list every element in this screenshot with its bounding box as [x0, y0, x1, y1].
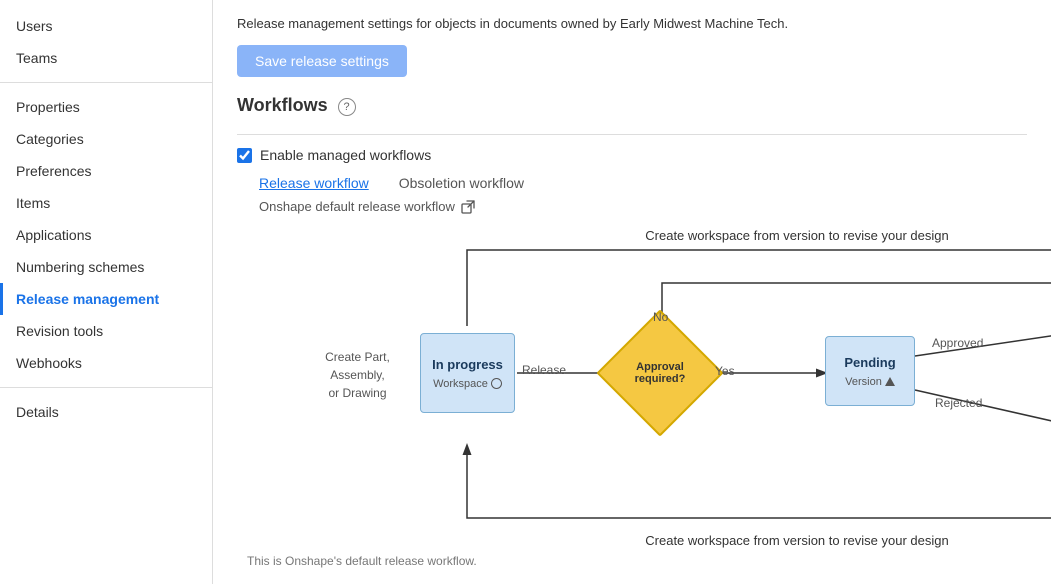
pending-version-text: Version: [845, 376, 882, 388]
enable-managed-workflows-row: Enable managed workflows: [237, 147, 1027, 163]
help-icon[interactable]: ?: [338, 98, 356, 116]
sidebar-item-details[interactable]: Details: [0, 396, 212, 428]
sidebar-item-properties[interactable]: Properties: [0, 91, 212, 123]
workflow-default-label: Onshape default release workflow: [259, 199, 455, 214]
enable-managed-workflows-checkbox[interactable]: [237, 148, 252, 163]
sidebar-item-categories[interactable]: Categories: [0, 123, 212, 155]
sidebar-item-release-management[interactable]: Release management: [0, 283, 212, 315]
tab-release-workflow[interactable]: Release workflow: [259, 175, 369, 191]
enable-managed-workflows-label: Enable managed workflows: [260, 147, 431, 163]
workflow-diagram: Create workspace from version to revise …: [237, 228, 1051, 548]
main-content: Release management settings for objects …: [213, 0, 1051, 584]
diamond-label: Approval required?: [617, 361, 703, 385]
tab-obsoletion-workflow[interactable]: Obsoletion workflow: [399, 175, 524, 191]
sidebar-item-webhooks[interactable]: Webhooks: [0, 347, 212, 379]
section-title: Workflows: [237, 95, 328, 116]
save-release-settings-button[interactable]: Save release settings: [237, 45, 407, 77]
sidebar-item-teams[interactable]: Teams: [0, 42, 212, 74]
workspace-text: Workspace: [433, 378, 488, 390]
sidebar-divider-2: [0, 387, 212, 388]
sidebar-item-numbering-schemes[interactable]: Numbering schemes: [0, 251, 212, 283]
sidebar-item-revision-tools[interactable]: Revision tools: [0, 315, 212, 347]
rejected-arrow-label: Rejected: [935, 396, 982, 410]
external-link-icon[interactable]: [461, 200, 475, 214]
yes-label: Yes: [715, 364, 735, 378]
sidebar-item-preferences[interactable]: Preferences: [0, 155, 212, 187]
workspace-label-row: Workspace: [433, 378, 502, 390]
create-part-label: Create Part,Assembly,or Drawing: [305, 348, 410, 402]
in-progress-label: In progress: [432, 357, 503, 372]
sidebar: Users Teams Properties Categories Prefer…: [0, 0, 213, 584]
pending-label: Pending: [844, 355, 895, 370]
workflow-label-row: Onshape default release workflow: [237, 199, 1027, 214]
release-label: Release: [522, 363, 566, 377]
workflow-note: This is Onshape's default release workfl…: [237, 554, 1027, 568]
sidebar-item-items[interactable]: Items: [0, 187, 212, 219]
diagram-bottom-label: Create workspace from version to revise …: [457, 533, 1051, 548]
sidebar-item-applications[interactable]: Applications: [0, 219, 212, 251]
section-header: Workflows ?: [237, 95, 1027, 135]
no-label: No: [653, 310, 668, 324]
pending-box: Pending Version: [825, 336, 915, 406]
workflow-tabs: Release workflow Obsoletion workflow: [237, 175, 1027, 191]
approved-label: Approved: [932, 336, 983, 350]
sidebar-item-users[interactable]: Users: [0, 10, 212, 42]
in-progress-box: In progress Workspace: [420, 333, 515, 413]
workspace-circle-icon: [491, 378, 502, 389]
sidebar-divider-1: [0, 82, 212, 83]
diamond-wrapper: Approval required?: [615, 328, 705, 418]
pending-version-row: Version: [845, 376, 895, 388]
page-description: Release management settings for objects …: [237, 16, 1027, 31]
pending-triangle-icon: [885, 377, 895, 386]
